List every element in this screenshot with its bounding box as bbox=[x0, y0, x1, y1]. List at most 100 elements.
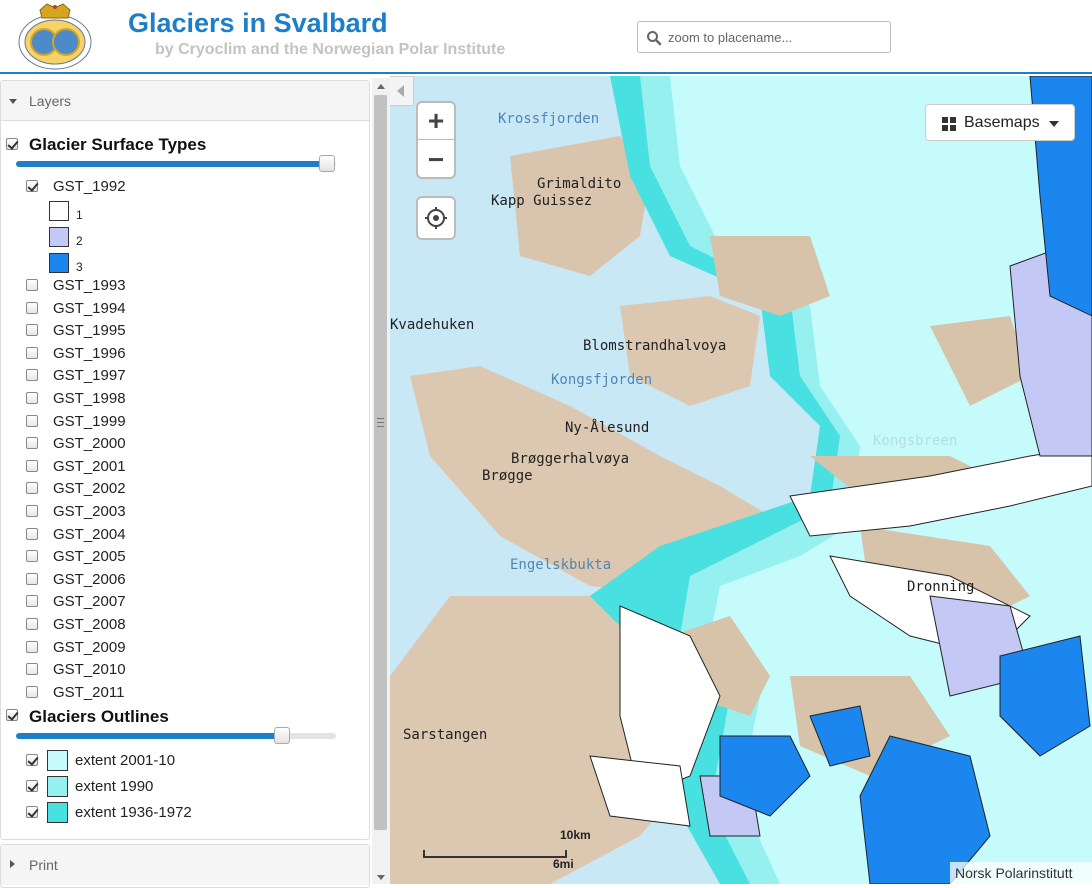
gst-checkbox[interactable] bbox=[26, 685, 38, 698]
gst-label: GST_2000 bbox=[53, 435, 126, 453]
app-subtitle: by Cryoclim and the Norwegian Polar Inst… bbox=[155, 41, 506, 58]
gst-label: GST_1999 bbox=[53, 412, 126, 430]
legend-swatch bbox=[49, 201, 69, 221]
gst-label: GST_2002 bbox=[53, 480, 126, 498]
scroll-up-icon[interactable] bbox=[377, 84, 385, 89]
place-label: Ny-Ålesund bbox=[565, 420, 650, 436]
placename-search[interactable] bbox=[637, 21, 891, 53]
place-label: Brøgge bbox=[482, 468, 533, 484]
grid-icon bbox=[942, 117, 956, 131]
gst-checkbox[interactable] bbox=[26, 527, 38, 540]
scrollbar-thumb[interactable] bbox=[374, 95, 387, 830]
norsk-polarinstitutt-logo bbox=[18, 3, 92, 70]
outlines-opacity-slider[interactable] bbox=[16, 727, 336, 744]
map-view[interactable]: + − Basemaps Krossfjorden Grimaldito Kapp … bbox=[390, 76, 1092, 884]
print-panel-header[interactable]: Print bbox=[1, 845, 369, 885]
slider-handle[interactable] bbox=[274, 727, 290, 744]
outline-checkbox[interactable] bbox=[26, 754, 38, 766]
surface-types-label: Glacier Surface Types bbox=[29, 135, 207, 154]
outline-checkbox[interactable] bbox=[26, 780, 38, 792]
zoom-out-button[interactable]: − bbox=[418, 141, 454, 177]
basemaps-dropdown[interactable]: Basemaps bbox=[925, 104, 1075, 141]
outline-swatch bbox=[47, 802, 68, 823]
gst-label: GST_2006 bbox=[53, 570, 126, 588]
outline-swatch bbox=[47, 776, 68, 797]
locate-button[interactable] bbox=[416, 196, 456, 240]
gst-label: GST_2008 bbox=[53, 616, 126, 633]
scale-mi-label: 6mi bbox=[553, 857, 574, 871]
expand-caret-icon bbox=[10, 860, 15, 868]
place-label: Kvadehuken bbox=[390, 317, 475, 333]
legend-swatch bbox=[49, 227, 69, 247]
layers-panel-header[interactable]: Layers bbox=[1, 81, 369, 121]
slider-handle[interactable] bbox=[319, 155, 335, 172]
gst-checkbox[interactable] bbox=[26, 663, 38, 676]
gst-checkbox[interactable] bbox=[26, 324, 38, 337]
gst-label: GST_2003 bbox=[53, 503, 126, 520]
place-label: Krossfjorden bbox=[498, 111, 600, 127]
print-panel: Print bbox=[0, 844, 370, 888]
search-icon bbox=[647, 31, 662, 46]
gst-checkbox[interactable] bbox=[26, 180, 38, 192]
splitter-grip-icon[interactable] bbox=[377, 418, 384, 427]
sidebar: Layers Glacier Surface Types GST_1992 1 2 3… bbox=[0, 76, 390, 888]
gst-label: GST_2001 bbox=[53, 457, 126, 475]
place-label: Brøggerhalvøya bbox=[511, 451, 630, 467]
scale-bar bbox=[423, 850, 567, 858]
gst-checkbox[interactable] bbox=[26, 279, 38, 291]
gst-checkbox[interactable] bbox=[26, 572, 38, 585]
gst-checkbox[interactable] bbox=[26, 505, 38, 517]
scale-km-label: 10km bbox=[560, 828, 591, 842]
gst-label: GST_1993 bbox=[53, 277, 126, 294]
place-label: Blomstrandhalvoya bbox=[583, 338, 727, 354]
outlines-label: Glaciers Outlines bbox=[29, 707, 169, 726]
gst-label: GST_1996 bbox=[53, 344, 126, 362]
collapse-sidebar-button[interactable] bbox=[390, 76, 414, 106]
sidebar-scrollbar[interactable] bbox=[372, 78, 390, 884]
surface-types-checkbox[interactable] bbox=[6, 138, 18, 150]
map-attribution: Norsk Polarinstitutt bbox=[950, 862, 1092, 884]
outline-checkbox[interactable] bbox=[26, 806, 38, 818]
zoom-in-button[interactable]: + bbox=[418, 103, 454, 140]
gst-checkbox[interactable] bbox=[26, 437, 38, 450]
gst-checkbox[interactable] bbox=[26, 369, 38, 382]
place-label: Grimaldito bbox=[537, 176, 622, 192]
scroll-down-icon[interactable] bbox=[377, 875, 385, 880]
place-label: Kongsbreen bbox=[873, 433, 958, 449]
gst-checkbox[interactable] bbox=[26, 618, 38, 630]
outline-label: extent 1990 bbox=[75, 778, 154, 795]
crosshair-icon bbox=[425, 207, 447, 229]
outline-swatch bbox=[47, 750, 68, 771]
gst-checkbox[interactable] bbox=[26, 346, 38, 359]
legend-swatch bbox=[49, 253, 69, 273]
gst-label: GST_1998 bbox=[53, 390, 126, 407]
outlines-checkbox[interactable] bbox=[6, 709, 18, 721]
gst-checkbox[interactable] bbox=[26, 640, 38, 653]
surface-types-opacity-slider[interactable] bbox=[16, 155, 336, 172]
gst-checkbox[interactable] bbox=[26, 595, 38, 608]
gst-label: GST_2005 bbox=[53, 548, 126, 566]
gst-checkbox[interactable] bbox=[26, 550, 38, 563]
gst-label: GST_2007 bbox=[53, 593, 126, 611]
slider-fill bbox=[16, 161, 328, 167]
app-title: Glaciers in Svalbard bbox=[128, 8, 388, 38]
place-label: Sarstangen bbox=[403, 727, 488, 743]
gst-checkbox[interactable] bbox=[26, 392, 38, 404]
place-label: Dronning bbox=[907, 579, 975, 595]
search-input[interactable] bbox=[668, 26, 883, 48]
place-label: Engelskbukta bbox=[510, 557, 612, 573]
app-header: Glaciers in Svalbard by Cryoclim and the… bbox=[0, 0, 1092, 74]
gst-label: GST_2004 bbox=[53, 525, 126, 543]
legend-label: 3 bbox=[76, 260, 83, 274]
gst-label: GST_1994 bbox=[53, 299, 126, 317]
gst-checkbox[interactable] bbox=[26, 301, 38, 314]
gst-label: GST_1997 bbox=[53, 367, 126, 385]
gst-checkbox[interactable] bbox=[26, 459, 38, 472]
gst-checkbox[interactable] bbox=[26, 414, 38, 427]
legend-label: 1 bbox=[76, 208, 83, 222]
gst-checkbox[interactable] bbox=[26, 482, 38, 495]
layers-panel-title: Layers bbox=[29, 93, 72, 109]
place-label: Kongsfjorden bbox=[551, 372, 653, 388]
legend-label: 2 bbox=[76, 234, 83, 248]
gst-label: GST_1992 bbox=[53, 178, 126, 195]
